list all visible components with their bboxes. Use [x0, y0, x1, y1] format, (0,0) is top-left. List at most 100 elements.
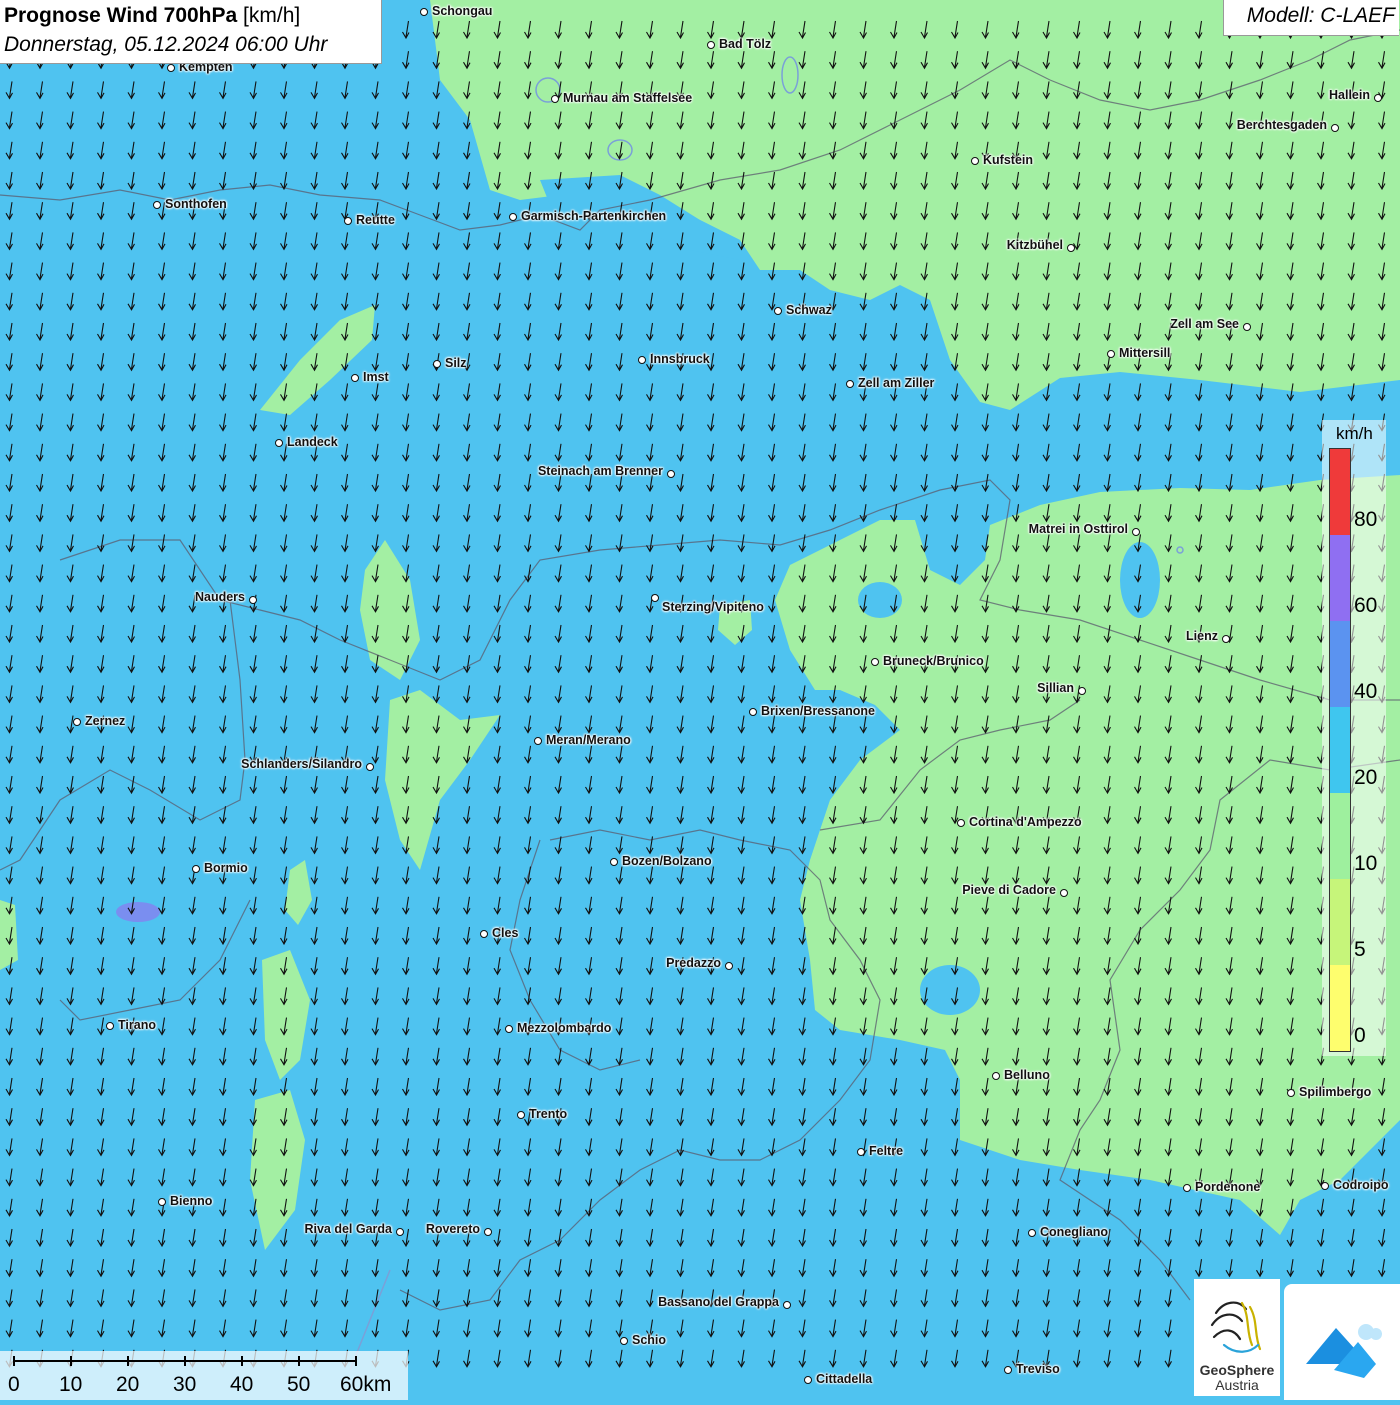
city-marker[interactable] — [509, 213, 517, 221]
city-label: Nauders — [194, 590, 245, 604]
city-marker[interactable] — [480, 930, 488, 938]
legend-label: 0 — [1354, 1024, 1366, 1047]
legend-swatch — [1330, 621, 1350, 707]
city-label: Trento — [529, 1107, 568, 1121]
geosphere-logo[interactable]: GeoSphere Austria — [1194, 1279, 1280, 1396]
city-label: Innsbruck — [650, 352, 710, 366]
legend-label: 80 — [1354, 508, 1378, 531]
city-marker[interactable] — [1287, 1089, 1295, 1097]
city-label: Cittadella — [816, 1372, 873, 1386]
city-marker[interactable] — [1028, 1229, 1036, 1237]
city-marker[interactable] — [275, 439, 283, 447]
wind-field-40-60-spot — [116, 902, 160, 922]
city-marker[interactable] — [1321, 1182, 1329, 1190]
city-label: Bad Tölz — [719, 37, 772, 51]
city-marker[interactable] — [1183, 1184, 1191, 1192]
city-marker[interactable] — [871, 658, 879, 666]
city-marker[interactable] — [804, 1376, 812, 1384]
city-marker[interactable] — [971, 157, 979, 165]
city-marker[interactable] — [517, 1111, 525, 1119]
city-label: Treviso — [1016, 1362, 1060, 1376]
city-marker[interactable] — [73, 718, 81, 726]
city-marker[interactable] — [1078, 687, 1086, 695]
city-marker[interactable] — [1243, 323, 1251, 331]
color-legend: km/h 0 5 10 20 40 60 80 — [1322, 420, 1386, 1056]
city-marker[interactable] — [192, 865, 200, 873]
scale-tick-label: 20 — [116, 1373, 140, 1396]
city-marker[interactable] — [158, 1198, 166, 1206]
mountain-cloud-icon — [1306, 1324, 1382, 1378]
forecast-datetime: Donnerstag, 05.12.2024 06:00 Uhr — [4, 33, 328, 56]
city-marker[interactable] — [651, 594, 659, 602]
city-marker[interactable] — [725, 962, 733, 970]
city-label: Lienz — [1186, 629, 1218, 643]
city-marker[interactable] — [620, 1337, 628, 1345]
city-marker[interactable] — [774, 307, 782, 315]
title-main: Prognose Wind 700hPa — [4, 4, 238, 27]
city-label: Bozen/Bolzano — [622, 854, 712, 868]
city-label: Rovereto — [425, 1222, 480, 1236]
city-marker[interactable] — [707, 41, 715, 49]
city-marker[interactable] — [638, 356, 646, 364]
city-marker[interactable] — [1331, 124, 1339, 132]
city-marker[interactable] — [1374, 94, 1382, 102]
city-marker[interactable] — [167, 64, 175, 72]
city-marker[interactable] — [505, 1025, 513, 1033]
city-marker[interactable] — [957, 819, 965, 827]
legend-swatch — [1330, 535, 1350, 621]
city-label: Bassano del Grappa — [658, 1295, 779, 1309]
city-marker[interactable] — [846, 380, 854, 388]
city-label: Steinach am Brenner — [537, 464, 663, 478]
city-marker[interactable] — [106, 1022, 114, 1030]
city-marker[interactable] — [344, 217, 352, 225]
city-marker[interactable] — [433, 360, 441, 368]
city-marker[interactable] — [366, 763, 374, 771]
city-label: Codroipo — [1333, 1178, 1389, 1192]
city-marker[interactable] — [857, 1148, 865, 1156]
city-marker[interactable] — [610, 858, 618, 866]
scale-tick-label: 0 — [8, 1373, 20, 1396]
city-label: Cles — [492, 926, 519, 940]
city-label: Schlanders/Silandro — [241, 757, 362, 771]
wind-map[interactable]: Schongau Bad Tölz Kempten Murnau am Staffel… — [0, 0, 1400, 1400]
city-label: Pieve di Cadore — [962, 883, 1056, 897]
city-label: Conegliano — [1040, 1225, 1109, 1239]
app-logo[interactable] — [1284, 1284, 1400, 1400]
city-marker[interactable] — [420, 8, 428, 16]
legend-unit: km/h — [1336, 424, 1373, 443]
city-label: Kitzbühel — [1006, 238, 1063, 252]
city-marker[interactable] — [484, 1228, 492, 1236]
city-label: Schio — [632, 1333, 667, 1347]
city-label: Tirano — [118, 1018, 156, 1032]
city-marker[interactable] — [534, 737, 542, 745]
city-marker[interactable] — [749, 708, 757, 716]
legend-swatch — [1330, 449, 1350, 535]
city-marker[interactable] — [1222, 635, 1230, 643]
city-label: Sterzing/Vipiteno — [662, 600, 764, 614]
city-marker[interactable] — [992, 1072, 1000, 1080]
city-marker[interactable] — [783, 1301, 791, 1309]
geosphere-name: GeoSphere — [1199, 1362, 1275, 1378]
scale-tick-label: 40 — [230, 1373, 254, 1396]
city-label: Silz — [445, 356, 467, 370]
city-marker[interactable] — [667, 470, 675, 478]
city-marker[interactable] — [1132, 528, 1140, 536]
city-label: Sillian — [1037, 681, 1074, 695]
city-marker[interactable] — [1107, 350, 1115, 358]
model-name: Modell: C-LAEF — [1246, 4, 1395, 27]
city-label: Landeck — [287, 435, 338, 449]
city-marker[interactable] — [1060, 889, 1068, 897]
city-label: Bruneck/Brunico — [883, 654, 984, 668]
city-marker[interactable] — [551, 95, 559, 103]
city-marker[interactable] — [1067, 244, 1075, 252]
city-marker[interactable] — [1004, 1366, 1012, 1374]
city-marker[interactable] — [153, 201, 161, 209]
city-marker[interactable] — [249, 596, 257, 604]
city-marker[interactable] — [396, 1228, 404, 1236]
scale-bar: 0 10 20 30 40 50 60km — [0, 1351, 408, 1400]
legend-label: 60 — [1354, 594, 1378, 617]
city-label: Berchtesgaden — [1236, 118, 1327, 132]
city-label: Zell am See — [1170, 317, 1239, 331]
title-box: Prognose Wind 700hPa [km/h] Donnerstag, … — [0, 0, 382, 64]
city-marker[interactable] — [351, 374, 359, 382]
